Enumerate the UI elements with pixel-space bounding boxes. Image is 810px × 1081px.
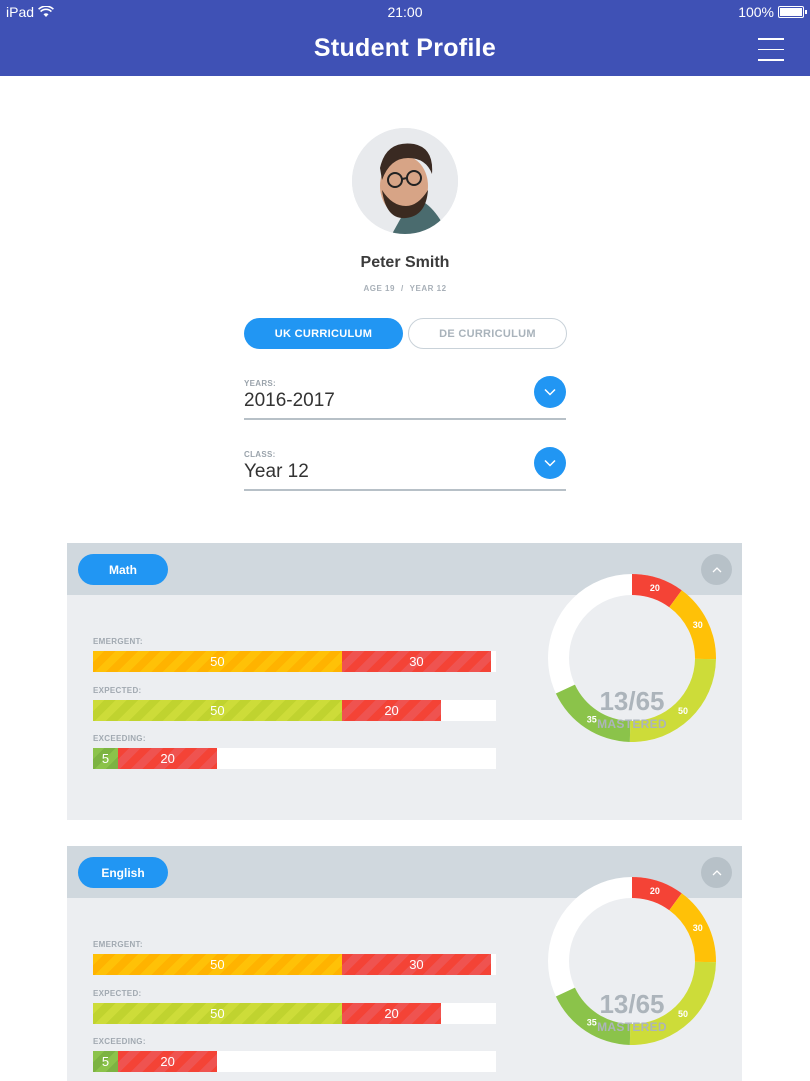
bar-segment: 5	[93, 1051, 118, 1072]
bar-label: EXPECTED:	[93, 989, 142, 998]
bar-segment: 50	[93, 651, 342, 672]
years-value: 2016-2017	[244, 390, 335, 411]
mastered-count: 13/65	[599, 989, 665, 1019]
years-label: YEARS:	[244, 379, 277, 388]
subject-pill[interactable]: English	[78, 857, 168, 888]
avatar	[352, 128, 458, 234]
tab-uk-curriculum[interactable]: UK CURRICULUM	[244, 318, 403, 349]
hamburger-menu-icon[interactable]	[758, 38, 784, 62]
progress-bar: 50 20	[93, 700, 496, 721]
bar-label: EXCEEDING:	[93, 1037, 146, 1046]
battery-icon	[778, 6, 807, 18]
class-value: Year 12	[244, 461, 309, 482]
student-name: Peter Smith	[360, 254, 450, 271]
student-age: AGE 19	[363, 284, 395, 293]
bar-segment: 50	[93, 954, 342, 975]
chevron-up-icon	[712, 566, 721, 572]
progress-bar: 50 30	[93, 651, 496, 672]
chevron-down-icon	[544, 388, 556, 396]
class-label: CLASS:	[244, 450, 276, 459]
status-time: 21:00	[387, 4, 423, 20]
donut-slice-label: 30	[693, 923, 703, 933]
mastered-caption: MASTERED	[597, 1020, 667, 1034]
class-dropdown-button[interactable]	[534, 447, 566, 479]
donut-center-label: 13/65 MASTERED	[547, 686, 717, 731]
bar-label: EMERGENT:	[93, 637, 143, 646]
bar-label: EXPECTED:	[93, 686, 142, 695]
avatar-portrait-icon	[352, 128, 458, 234]
donut-center-label: 13/65 MASTERED	[547, 989, 717, 1034]
donut-slice-label: 20	[650, 583, 660, 593]
page-title: Student Profile	[313, 34, 497, 62]
student-year: YEAR 12	[409, 284, 447, 293]
subject-card: English EMERGENT: 50 30 EXPECTED: 50 20 EXCEEDI…	[67, 846, 742, 1081]
chevron-down-icon	[544, 459, 556, 467]
bar-segment: 20	[117, 748, 218, 769]
progress-bar: 50 20	[93, 1003, 496, 1024]
bar-segment: 20	[341, 1003, 442, 1024]
bar-segment: 30	[341, 954, 492, 975]
progress-bar: 5 20	[93, 748, 496, 769]
app-header: iPad 21:00 100% Student Profile	[0, 0, 810, 76]
bar-segment: 50	[93, 700, 342, 721]
class-select[interactable]: CLASS: Year 12	[244, 447, 566, 491]
bar-segment: 50	[93, 1003, 342, 1024]
bar-segment: 20	[341, 700, 442, 721]
years-select[interactable]: YEARS: 2016-2017	[244, 376, 566, 420]
bar-label: EXCEEDING:	[93, 734, 146, 743]
mastered-caption: MASTERED	[597, 717, 667, 731]
meta-separator: /	[400, 284, 404, 293]
donut-slice-label: 20	[650, 886, 660, 896]
tab-de-curriculum[interactable]: DE CURRICULUM	[408, 318, 567, 349]
chevron-up-icon	[712, 869, 721, 875]
subject-card: Math EMERGENT: 50 30 EXPECTED: 50 20 EXCEEDING:…	[67, 543, 742, 820]
progress-bar: 5 20	[93, 1051, 496, 1072]
student-meta: AGE 19 / YEAR 12	[0, 284, 810, 293]
battery-percent: 100%	[738, 4, 774, 20]
mastered-count: 13/65	[599, 686, 665, 716]
status-bar: iPad 21:00 100%	[0, 0, 810, 24]
bar-segment: 20	[117, 1051, 218, 1072]
donut-slice-label: 30	[693, 620, 703, 630]
bar-segment: 5	[93, 748, 118, 769]
subject-pill[interactable]: Math	[78, 554, 168, 585]
bar-segment: 30	[341, 651, 492, 672]
bar-label: EMERGENT:	[93, 940, 143, 949]
progress-bar: 50 30	[93, 954, 496, 975]
years-dropdown-button[interactable]	[534, 376, 566, 408]
status-battery: 100%	[738, 4, 807, 20]
